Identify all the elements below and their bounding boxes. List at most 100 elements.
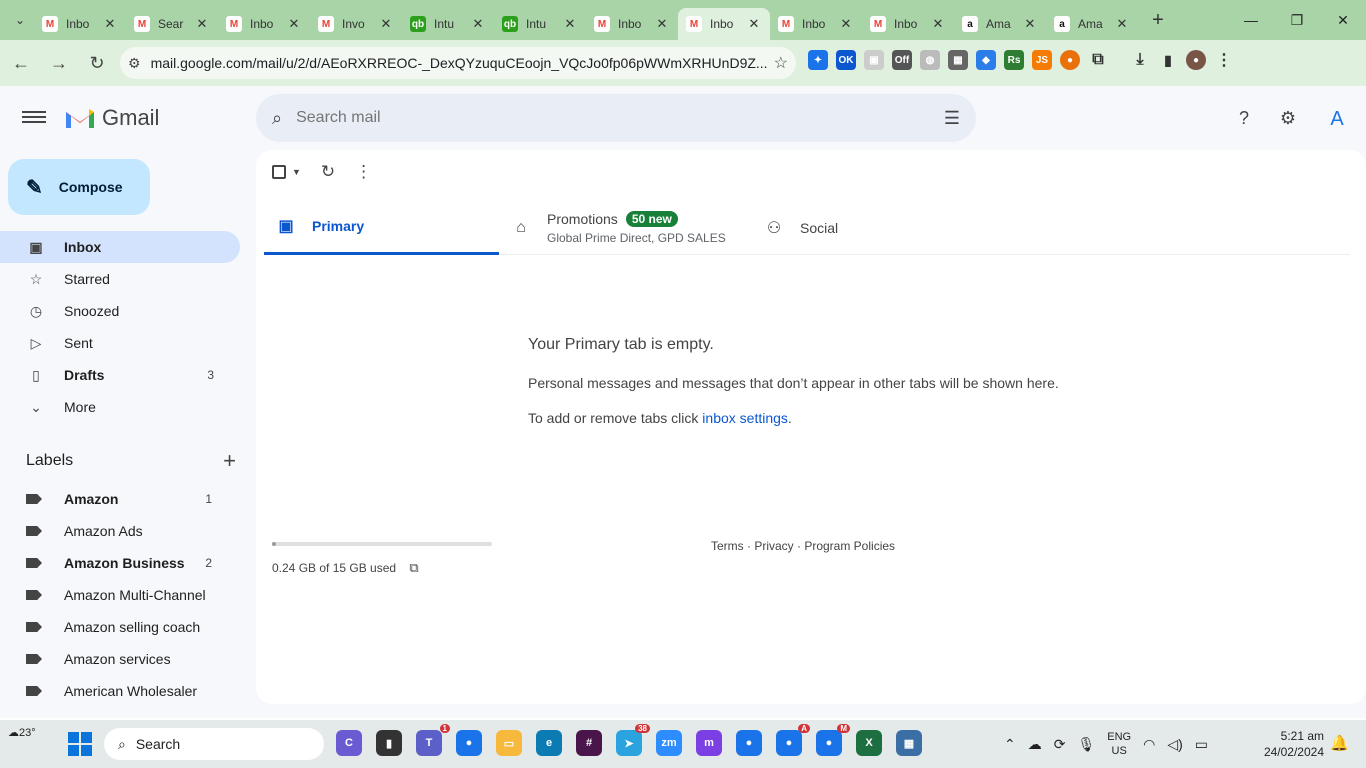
label-item[interactable]: Amazon Ads	[0, 515, 240, 547]
wifi-icon[interactable]: ◠	[1143, 736, 1155, 753]
browser-tab[interactable]: a Ama ✕	[954, 8, 1046, 40]
weather-widget[interactable]: ☁23°	[8, 726, 36, 739]
browser-tab[interactable]: qb Intu ✕	[402, 8, 494, 40]
sidebar-item-sent[interactable]: ▷ Sent	[0, 327, 240, 359]
tab-promotions[interactable]: ⌂ Promotions 50 new Global Prime Direct, GP…	[499, 200, 752, 255]
sidebar-item-snoozed[interactable]: ◷ Snoozed	[0, 295, 240, 327]
extension-icon[interactable]: ●	[1060, 50, 1080, 70]
close-tab-icon[interactable]: ✕	[286, 16, 302, 32]
open-in-new-icon[interactable]: ⧉	[409, 560, 418, 575]
close-tab-icon[interactable]: ✕	[194, 16, 210, 32]
tab-social[interactable]: ⚇ Social	[752, 200, 952, 255]
label-item[interactable]: Amazon selling coach	[0, 611, 240, 643]
chrome-app-icon[interactable]: ● M	[816, 724, 850, 756]
browser-tab[interactable]: M Inbo ✕	[34, 8, 126, 40]
folder-app-icon[interactable]: ▭	[496, 730, 522, 756]
browser-tab[interactable]: M Invo ✕	[310, 8, 402, 40]
close-tab-icon[interactable]: ✕	[378, 16, 394, 32]
browser-tab[interactable]: qb Intu ✕	[494, 8, 586, 40]
browser-tab[interactable]: M Inbo ✕	[678, 8, 770, 40]
browser-menu-icon[interactable]: ⋮	[1214, 50, 1234, 70]
label-item[interactable]: Amazon Business 2	[0, 547, 240, 579]
settings-gear-icon[interactable]: ⚙	[1276, 106, 1300, 130]
extension-rs-icon[interactable]: Rs	[1004, 50, 1024, 70]
extension-globe-icon[interactable]: ◍	[920, 50, 940, 70]
bookmark-star-icon[interactable]: ☆	[774, 53, 788, 73]
chevron-up-icon[interactable]: ⌃	[1004, 736, 1016, 753]
zoom-app-icon[interactable]: zm	[656, 730, 682, 756]
browser-tab[interactable]: M Inbo ✕	[586, 8, 678, 40]
restore-button[interactable]: ❐	[1274, 0, 1320, 40]
extensions-puzzle-icon[interactable]: ⧉	[1088, 50, 1108, 70]
onedrive-icon[interactable]: ☁	[1028, 736, 1042, 753]
search-icon[interactable]: ⌕	[272, 108, 282, 129]
close-tab-icon[interactable]: ✕	[1022, 16, 1038, 32]
select-checkbox[interactable]: ▼	[272, 165, 301, 179]
extension-icon[interactable]: ▣	[864, 50, 884, 70]
extension-icon[interactable]: ✦	[808, 50, 828, 70]
new-tab-button[interactable]: +	[1144, 6, 1172, 34]
close-tab-icon[interactable]: ✕	[102, 16, 118, 32]
tab-primary[interactable]: ▣ Primary	[264, 200, 499, 255]
side-panel-icon[interactable]: ▮	[1158, 50, 1178, 70]
sidebar-item-more[interactable]: ⌄ More	[0, 391, 240, 423]
microphone-icon[interactable]: 🎙	[1077, 736, 1095, 753]
reload-button[interactable]: ↻	[80, 46, 114, 80]
download-icon[interactable]: ⤓	[1130, 50, 1150, 70]
label-item[interactable]: Amazon 1	[0, 483, 240, 515]
close-tab-icon[interactable]: ✕	[930, 16, 946, 32]
close-tab-icon[interactable]: ✕	[470, 16, 486, 32]
sidebar-item-starred[interactable]: ☆ Starred	[0, 263, 240, 295]
address-bar[interactable]: ⚙ mail.google.com/mail/u/2/d/AEoRXRREOC-…	[120, 47, 796, 79]
refresh-icon[interactable]: ↻	[321, 162, 335, 182]
forward-button[interactable]: →	[42, 46, 76, 80]
site-info-icon[interactable]: ⚙	[128, 55, 141, 72]
volume-icon[interactable]: ◁)	[1167, 736, 1182, 753]
close-tab-icon[interactable]: ✕	[562, 16, 578, 32]
extension-off-icon[interactable]: Off	[892, 50, 912, 70]
browser-tab[interactable]: a Ama ✕	[1046, 8, 1138, 40]
search-bar[interactable]: ⌕ ☰	[256, 94, 976, 142]
chrome-app-icon[interactable]: ●	[456, 730, 482, 756]
sidebar-item-inbox[interactable]: ▣ Inbox	[0, 231, 240, 263]
footer-links[interactable]: Terms · Privacy · Program Policies	[711, 539, 895, 553]
minimize-button[interactable]: —	[1228, 0, 1274, 40]
help-icon[interactable]: ?	[1232, 106, 1256, 130]
close-tab-icon[interactable]: ✕	[1114, 16, 1130, 32]
taskbar-search[interactable]: ⌕ Search	[104, 728, 324, 760]
search-input[interactable]	[296, 109, 944, 127]
battery-icon[interactable]: ▭	[1195, 736, 1208, 753]
close-tab-icon[interactable]: ✕	[746, 16, 762, 32]
sync-icon[interactable]: ⟳	[1054, 736, 1066, 753]
start-button[interactable]	[68, 732, 92, 756]
browser-tab[interactable]: M Inbo ✕	[862, 8, 954, 40]
inbox-settings-link[interactable]: inbox settings	[702, 410, 788, 426]
close-tab-icon[interactable]: ✕	[654, 16, 670, 32]
browser-tab[interactable]: M Sear ✕	[126, 8, 218, 40]
language-indicator[interactable]: ENG US	[1107, 730, 1131, 758]
chrome-app-icon[interactable]: ● A	[776, 724, 810, 756]
notification-bell-icon[interactable]: 🔔	[1330, 734, 1349, 752]
copilot-app-icon[interactable]: C	[336, 730, 362, 756]
telegram-app-icon[interactable]: ➤ 38	[616, 724, 650, 756]
sidebar-item-drafts[interactable]: ▯ Drafts 3	[0, 359, 240, 391]
extension-ok-icon[interactable]: OK	[836, 50, 856, 70]
clock[interactable]: 5:21 am 24/02/2024	[1256, 728, 1324, 760]
file-explorer-app-icon[interactable]: ▮	[376, 730, 402, 756]
account-avatar[interactable]: A	[1322, 104, 1352, 134]
label-item[interactable]: Amazon Multi-Channel	[0, 579, 240, 611]
gmail-logo[interactable]: Gmail	[64, 105, 159, 131]
back-button[interactable]: ←	[4, 46, 38, 80]
browser-tab[interactable]: M Inbo ✕	[770, 8, 862, 40]
teams-app-icon[interactable]: T1	[416, 724, 450, 756]
close-window-button[interactable]: ✕	[1320, 0, 1366, 40]
messenger-app-icon[interactable]: m	[696, 730, 722, 756]
add-label-icon[interactable]: +	[223, 448, 236, 474]
extension-icon[interactable]: ◆	[976, 50, 996, 70]
calculator-app-icon[interactable]: ▦	[896, 730, 922, 756]
profile-avatar[interactable]: ●	[1186, 50, 1206, 70]
chrome-app-icon[interactable]: ●	[736, 730, 762, 756]
close-tab-icon[interactable]: ✕	[838, 16, 854, 32]
compose-button[interactable]: ✎ Compose	[8, 159, 150, 215]
tab-search-dropdown-icon[interactable]: ⌄	[6, 6, 34, 34]
